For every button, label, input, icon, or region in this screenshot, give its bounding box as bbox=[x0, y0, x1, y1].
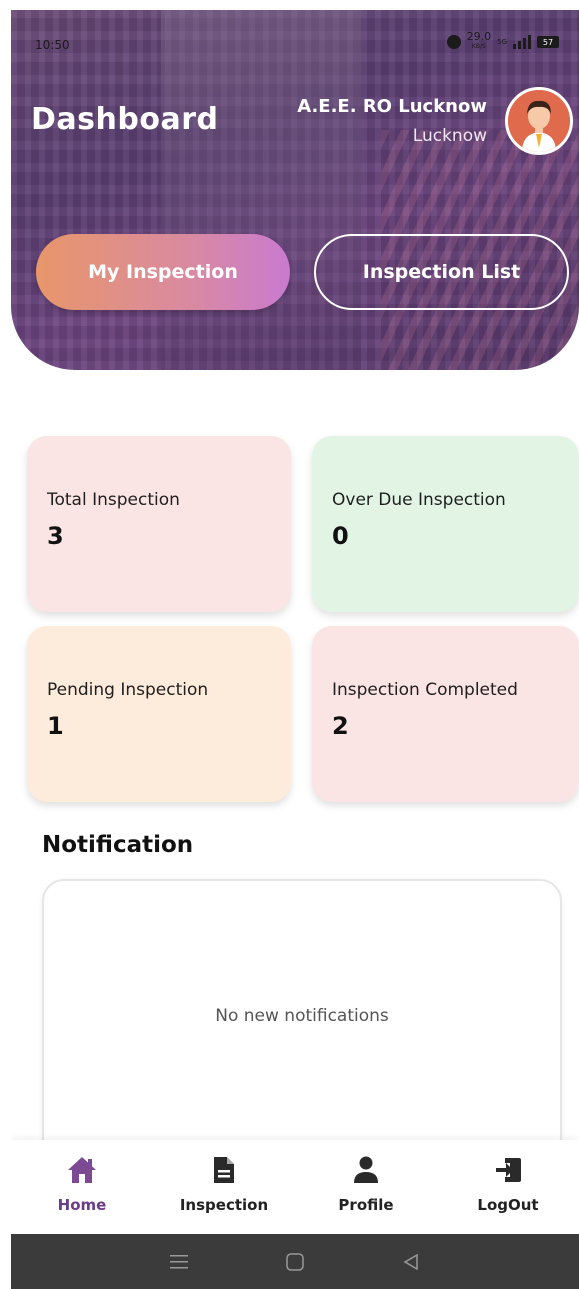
stat-label: Inspection Completed bbox=[332, 680, 518, 700]
nav-item-home[interactable]: Home bbox=[11, 1140, 153, 1234]
stat-label: Over Due Inspection bbox=[332, 490, 506, 510]
my-inspection-button[interactable]: My Inspection bbox=[36, 234, 290, 310]
user-location: Lucknow bbox=[412, 126, 487, 146]
nav-item-logout[interactable]: LogOut bbox=[437, 1140, 579, 1234]
nav-label: Profile bbox=[338, 1196, 394, 1214]
back-icon[interactable] bbox=[400, 1251, 422, 1273]
app-screen: 10:50 29.0 KB/S 5G 57 Dashboard A.E.E. R… bbox=[11, 10, 579, 1289]
nav-item-inspection[interactable]: Inspection bbox=[153, 1140, 295, 1234]
alarm-icon bbox=[446, 35, 461, 49]
stat-card-overdue[interactable]: Over Due Inspection 0 bbox=[312, 436, 579, 612]
nav-label: Home bbox=[57, 1196, 107, 1214]
stat-value: 1 bbox=[47, 712, 64, 740]
stat-card-total[interactable]: Total Inspection 3 bbox=[27, 436, 291, 612]
status-time: 10:50 bbox=[35, 38, 70, 52]
user-avatar-icon[interactable] bbox=[505, 87, 573, 155]
notification-empty-text: No new notifications bbox=[215, 1006, 389, 1026]
network-speed-unit: KB/S bbox=[471, 43, 486, 50]
document-icon bbox=[208, 1154, 240, 1186]
person-icon bbox=[350, 1154, 382, 1186]
nav-label: LogOut bbox=[477, 1196, 539, 1214]
stat-label: Pending Inspection bbox=[47, 680, 209, 700]
home-icon bbox=[66, 1154, 98, 1186]
stat-value: 0 bbox=[332, 522, 349, 550]
stat-card-pending[interactable]: Pending Inspection 1 bbox=[27, 626, 291, 802]
logout-icon bbox=[492, 1154, 524, 1186]
inspection-list-button[interactable]: Inspection List bbox=[314, 234, 569, 310]
stat-card-completed[interactable]: Inspection Completed 2 bbox=[312, 626, 579, 802]
page-title: Dashboard bbox=[31, 102, 219, 137]
network-speed: 29.0 KB/S bbox=[467, 31, 492, 52]
stat-value: 3 bbox=[47, 522, 64, 550]
system-navigation-bar bbox=[11, 1234, 579, 1289]
notification-heading: Notification bbox=[42, 832, 194, 858]
network-type: 5G bbox=[497, 38, 507, 46]
stat-value: 2 bbox=[332, 712, 349, 740]
dashboard-header: 10:50 29.0 KB/S 5G 57 Dashboard A.E.E. R… bbox=[11, 10, 579, 370]
battery-icon: 57 bbox=[537, 36, 559, 48]
signal-icon bbox=[513, 35, 531, 49]
menu-icon[interactable] bbox=[168, 1251, 190, 1273]
device-frame: 10:50 29.0 KB/S 5G 57 Dashboard A.E.E. R… bbox=[0, 0, 579, 1289]
header-background-texture bbox=[161, 10, 361, 370]
notification-panel: No new notifications bbox=[42, 879, 562, 1159]
nav-label: Inspection bbox=[179, 1196, 269, 1214]
user-name: A.E.E. RO Lucknow bbox=[297, 96, 487, 117]
nav-item-profile[interactable]: Profile bbox=[295, 1140, 437, 1234]
bottom-navigation: Home Inspection Profile LogOut bbox=[11, 1140, 579, 1234]
stat-label: Total Inspection bbox=[47, 490, 180, 510]
home-square-icon[interactable] bbox=[284, 1251, 306, 1273]
status-icons: 29.0 KB/S 5G 57 bbox=[446, 31, 559, 52]
